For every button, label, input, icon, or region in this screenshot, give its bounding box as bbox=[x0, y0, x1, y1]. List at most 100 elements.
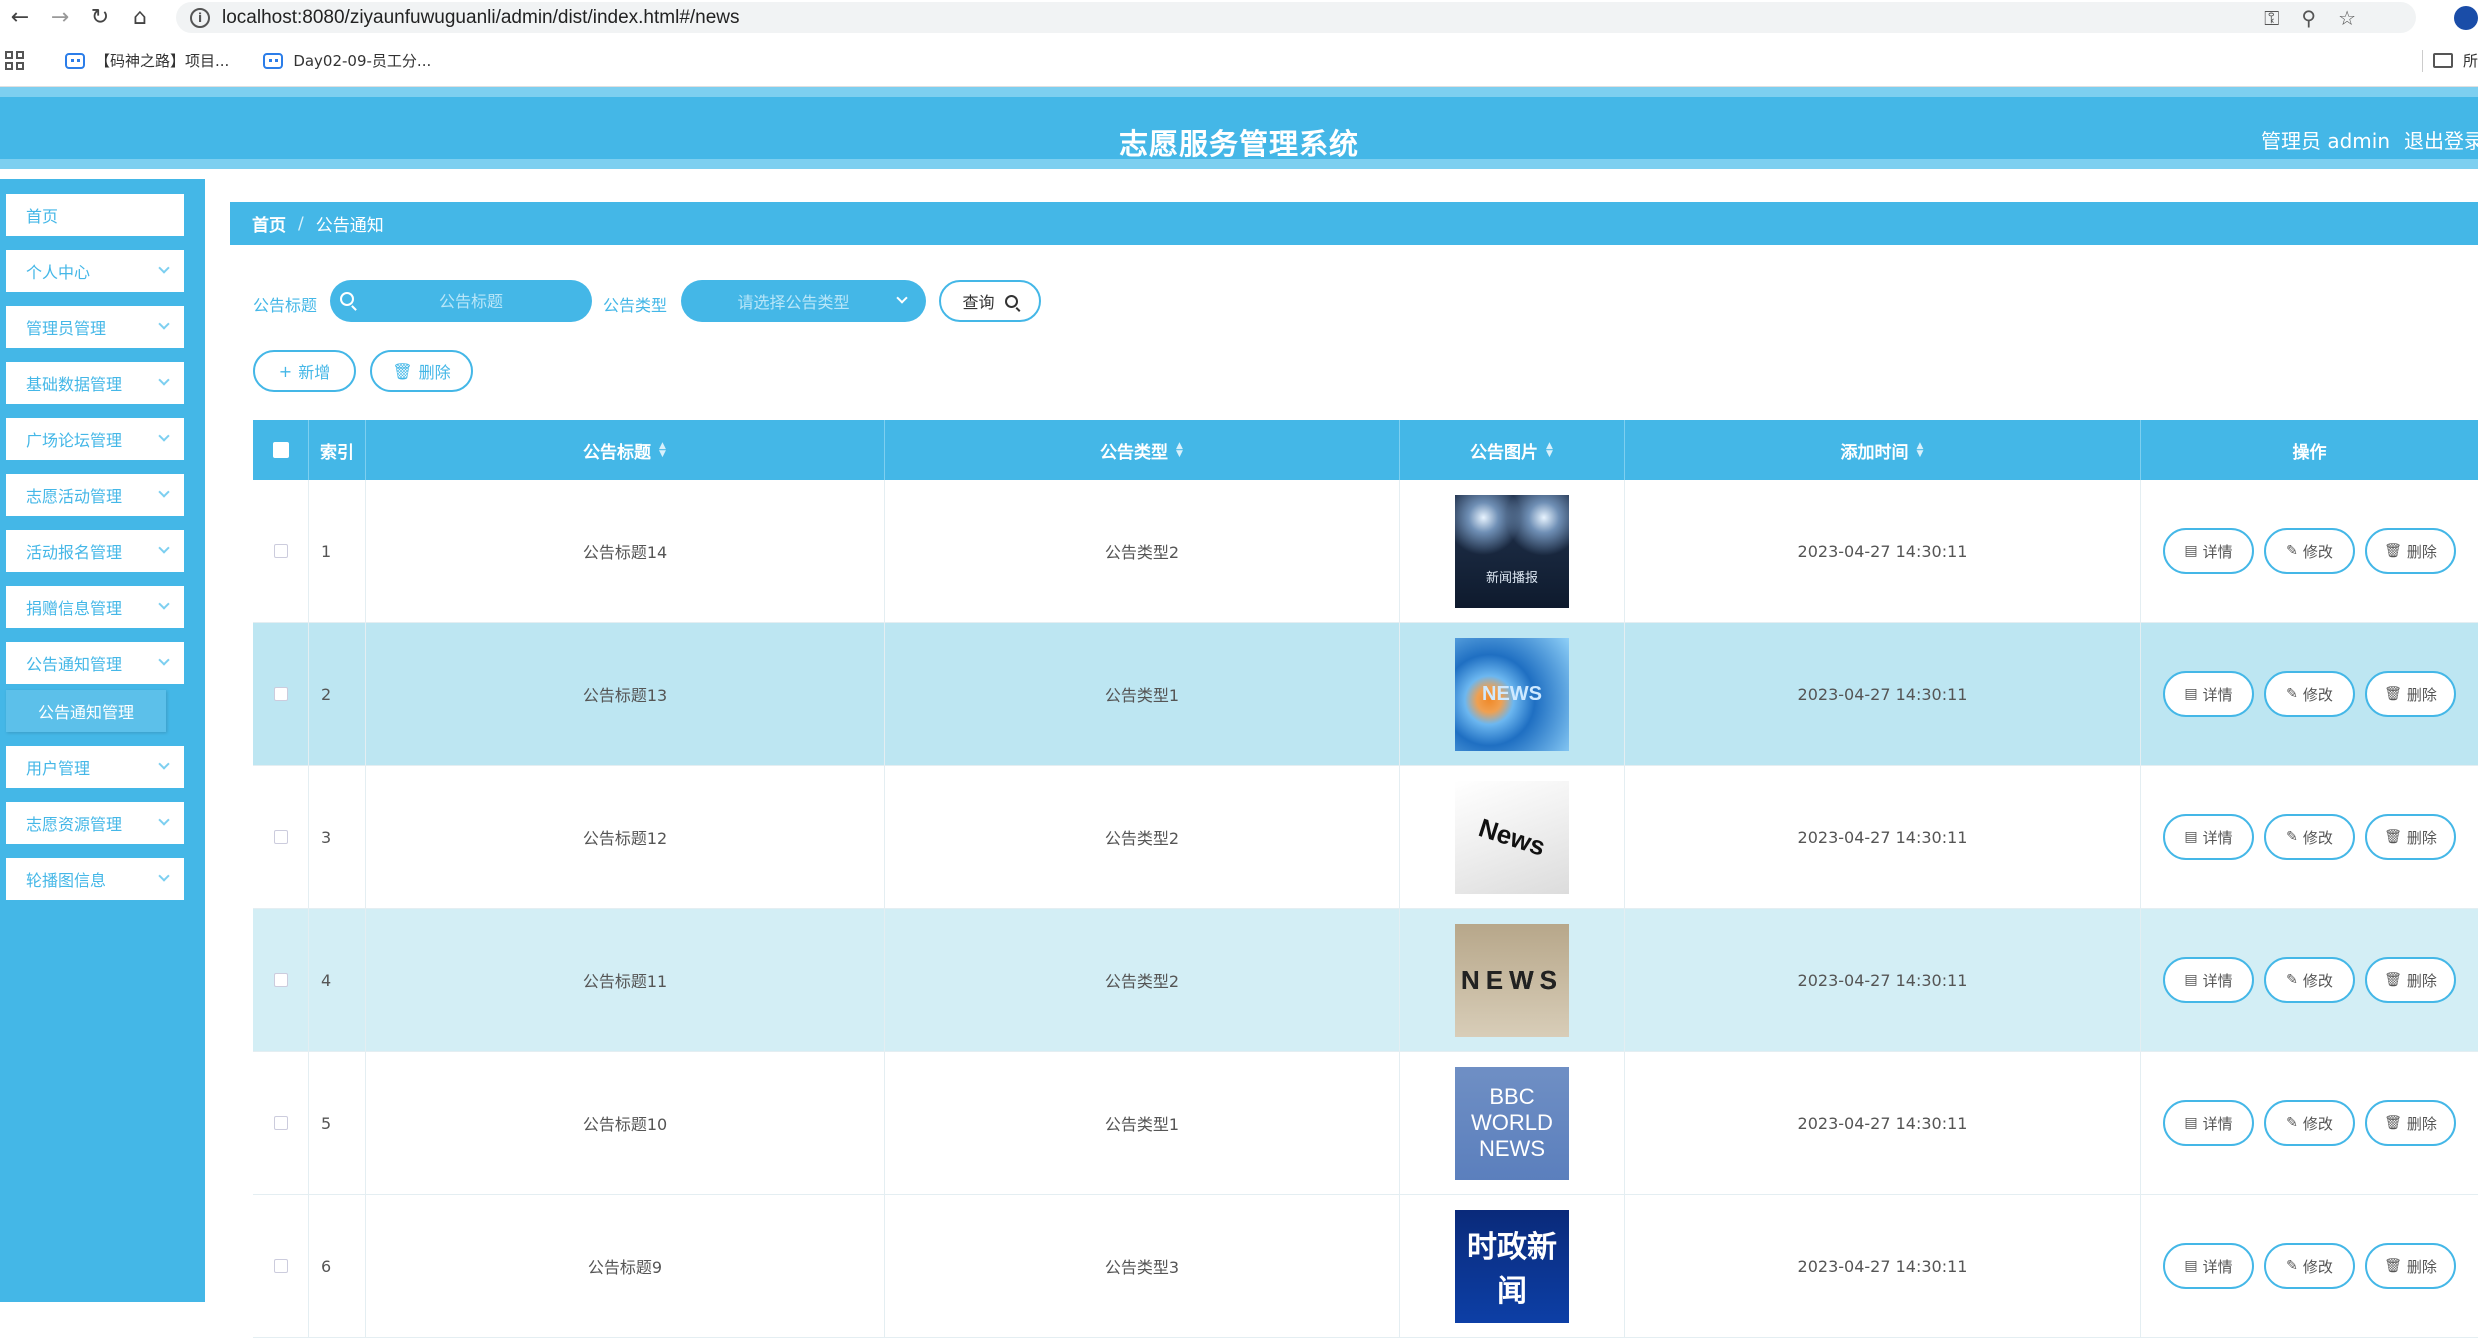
header-type[interactable]: 公告类型 ▲ ▼ bbox=[885, 420, 1400, 480]
document-icon: ▤ bbox=[2184, 543, 2198, 559]
sidebar-item-donation[interactable]: 捐赠信息管理 bbox=[6, 586, 184, 628]
reload-icon[interactable]: ↻ bbox=[80, 0, 120, 35]
folder-icon[interactable] bbox=[2432, 53, 2453, 68]
sidebar-item-label: 用户管理 bbox=[26, 759, 91, 778]
detail-button[interactable]: ▤ 详情 bbox=[2163, 1243, 2254, 1289]
password-key-icon[interactable]: ⚿ bbox=[2264, 6, 2279, 30]
announcement-thumbnail[interactable]: BBC WORLD NEWS bbox=[1455, 1066, 1569, 1180]
app-title: 志愿服务管理系统 bbox=[1118, 127, 1359, 161]
forward-icon[interactable]: → bbox=[40, 0, 80, 35]
announcement-thumbnail[interactable]: NEWS bbox=[1455, 923, 1569, 1037]
delete-button[interactable]: 🗑 删除 bbox=[2365, 1100, 2456, 1146]
delete-button[interactable]: 🗑 删除 bbox=[2365, 671, 2456, 717]
detail-label: 详情 bbox=[2202, 1114, 2233, 1133]
announcement-thumbnail[interactable]: 新闻播报 bbox=[1455, 494, 1569, 608]
chevron-down-icon bbox=[158, 318, 170, 330]
edit-button[interactable]: ✎ 修改 bbox=[2264, 814, 2355, 860]
chevron-down-icon bbox=[896, 292, 908, 304]
announcement-thumbnail[interactable]: NEWS bbox=[1455, 637, 1569, 751]
announcement-thumbnail[interactable]: 时政新闻 bbox=[1455, 1209, 1569, 1323]
sort-icon[interactable]: ▲ ▼ bbox=[1917, 442, 1925, 459]
sidebar-item-volunteer-activity[interactable]: 志愿活动管理 bbox=[6, 474, 184, 516]
title-cell: 公告标题11 bbox=[366, 909, 885, 1052]
breadcrumb-home[interactable]: 首页 bbox=[252, 211, 286, 236]
sidebar-item-volunteer-resources[interactable]: 志愿资源管理 bbox=[6, 802, 184, 844]
header-time[interactable]: 添加时间 ▲ ▼ bbox=[1625, 420, 2141, 480]
url-text: localhost:8080/ziyaunfuwuguanli/admin/di… bbox=[222, 6, 740, 28]
add-button[interactable]: + 新增 bbox=[253, 350, 356, 392]
back-icon[interactable]: ← bbox=[0, 0, 40, 35]
delete-button[interactable]: 🗑 删除 bbox=[2365, 528, 2456, 574]
bookmark-star-icon[interactable]: ☆ bbox=[2338, 6, 2356, 30]
detail-button[interactable]: ▤ 详情 bbox=[2163, 1100, 2254, 1146]
detail-button[interactable]: ▤ 详情 bbox=[2163, 671, 2254, 717]
delete-button[interactable]: 🗑 删除 bbox=[2365, 814, 2456, 860]
time-cell: 2023-04-27 14:30:11 bbox=[1625, 480, 2141, 623]
title-value: 公告标题9 bbox=[587, 1258, 663, 1277]
edit-label: 修改 bbox=[2302, 1114, 2333, 1133]
sidebar-item-activity-signup[interactable]: 活动报名管理 bbox=[6, 530, 184, 572]
chevron-down-icon bbox=[158, 758, 170, 770]
batch-delete-button[interactable]: 🗑 删除 bbox=[370, 350, 473, 392]
add-button-label: 新增 bbox=[298, 363, 331, 382]
detail-button[interactable]: ▤ 详情 bbox=[2163, 957, 2254, 1003]
edit-button[interactable]: ✎ 修改 bbox=[2264, 1243, 2355, 1289]
delete-button[interactable]: 🗑 删除 bbox=[2365, 957, 2456, 1003]
table-row: 3 公告标题12 公告类型2 News 2023-04-27 14:30:11 … bbox=[253, 766, 2478, 909]
announcement-thumbnail[interactable]: News bbox=[1455, 780, 1569, 894]
edit-button[interactable]: ✎ 修改 bbox=[2264, 671, 2355, 717]
table-row: 2 公告标题13 公告类型1 NEWS 2023-04-27 14:30:11 … bbox=[253, 623, 2478, 766]
row-checkbox[interactable] bbox=[273, 1259, 288, 1273]
detail-button[interactable]: ▤ 详情 bbox=[2163, 528, 2254, 574]
query-button-label: 查询 bbox=[962, 293, 995, 312]
row-checkbox[interactable] bbox=[273, 687, 288, 701]
all-bookmarks-label[interactable]: 所 bbox=[2463, 50, 2478, 71]
sidebar-item-home[interactable]: 首页 bbox=[6, 194, 184, 236]
address-bar[interactable]: i localhost:8080/ziyaunfuwuguanli/admin/… bbox=[176, 2, 2416, 33]
site-info-icon[interactable]: i bbox=[190, 7, 210, 28]
row-select-cell bbox=[253, 480, 309, 623]
sidebar-item-admin[interactable]: 管理员管理 bbox=[6, 306, 184, 348]
query-button[interactable]: 查询 bbox=[939, 280, 1041, 322]
type-select[interactable]: 请选择公告类型 bbox=[681, 280, 926, 322]
apps-grid-icon[interactable] bbox=[5, 50, 25, 71]
header-index: 索引 bbox=[309, 420, 366, 480]
logout-link[interactable]: 退出登录 bbox=[2404, 125, 2478, 154]
zoom-icon[interactable]: ⚲ bbox=[2301, 6, 2316, 30]
sidebar-item-carousel[interactable]: 轮播图信息 bbox=[6, 858, 184, 900]
title-search-input[interactable] bbox=[330, 280, 592, 322]
sidebar-item-label: 轮播图信息 bbox=[26, 871, 107, 890]
edit-button[interactable]: ✎ 修改 bbox=[2264, 1100, 2355, 1146]
row-checkbox[interactable] bbox=[273, 973, 288, 987]
sidebar-item-users[interactable]: 用户管理 bbox=[6, 746, 184, 788]
header-image[interactable]: 公告图片 ▲ ▼ bbox=[1400, 420, 1625, 480]
header-label: 公告类型 bbox=[1100, 442, 1168, 463]
sidebar-item-forum[interactable]: 广场论坛管理 bbox=[6, 418, 184, 460]
select-all-checkbox[interactable] bbox=[272, 442, 289, 458]
header-title[interactable]: 公告标题 ▲ ▼ bbox=[366, 420, 885, 480]
index-cell: 3 bbox=[309, 766, 366, 909]
type-filter-label: 公告类型 bbox=[603, 296, 668, 315]
sort-icon[interactable]: ▲ ▼ bbox=[659, 442, 667, 459]
table-row: 4 公告标题11 公告类型2 NEWS 2023-04-27 14:30:11 … bbox=[253, 909, 2478, 1052]
header-label: 公告图片 bbox=[1470, 442, 1538, 463]
row-checkbox[interactable] bbox=[273, 544, 288, 558]
delete-button[interactable]: 🗑 删除 bbox=[2365, 1243, 2456, 1289]
home-icon[interactable]: ⌂ bbox=[120, 0, 160, 35]
bookmark-item[interactable]: 【码神之路】项目... bbox=[65, 50, 229, 71]
bookmark-item[interactable]: Day02-09-员工分... bbox=[263, 50, 431, 71]
sort-icon[interactable]: ▲ ▼ bbox=[1546, 442, 1554, 459]
profile-icon[interactable] bbox=[2454, 6, 2478, 30]
sidebar-item-personal-center[interactable]: 个人中心 bbox=[6, 250, 184, 292]
sidebar-subitem-announcement-manage[interactable]: 公告通知管理 bbox=[6, 690, 166, 732]
sidebar-item-announcement[interactable]: 公告通知管理 bbox=[6, 642, 184, 684]
time-cell: 2023-04-27 14:30:11 bbox=[1625, 1052, 2141, 1195]
delete-label: 删除 bbox=[2406, 542, 2437, 561]
sidebar-item-basic-data[interactable]: 基础数据管理 bbox=[6, 362, 184, 404]
detail-button[interactable]: ▤ 详情 bbox=[2163, 814, 2254, 860]
edit-button[interactable]: ✎ 修改 bbox=[2264, 957, 2355, 1003]
row-checkbox[interactable] bbox=[273, 830, 288, 844]
sort-icon[interactable]: ▲ ▼ bbox=[1176, 442, 1184, 459]
row-checkbox[interactable] bbox=[273, 1116, 288, 1130]
edit-button[interactable]: ✎ 修改 bbox=[2264, 528, 2355, 574]
